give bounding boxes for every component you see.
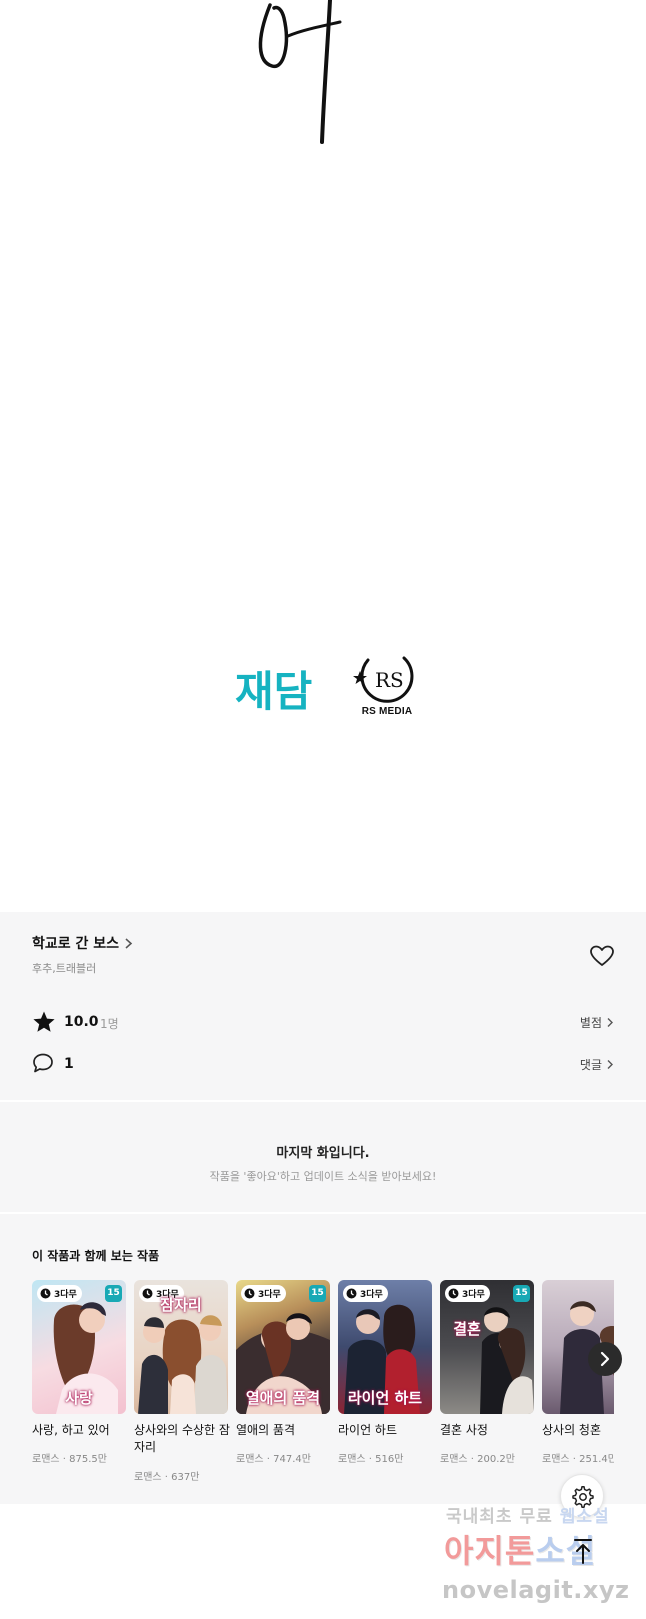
recommendation-card[interactable]: 청혼 상사의 청혼 로맨스 · 251.4만 <box>542 1280 614 1490</box>
star-icon <box>33 1011 55 1032</box>
chevron-right-icon <box>607 1018 613 1027</box>
cover-title-text: 라이언 하트 <box>347 1389 423 1407</box>
cover-title-text: 사랑 <box>65 1389 93 1407</box>
rating-link-label: 별점 <box>579 1016 602 1030</box>
card-meta: 로맨스 · 251.4만 <box>542 1454 614 1465</box>
speech-bubble-icon <box>33 1053 53 1073</box>
wait-free-badge: 3다무 <box>241 1285 286 1302</box>
cover-thumbnail: 3다무 잠자리 <box>134 1280 228 1414</box>
age-rating-badge: 15 <box>513 1285 530 1302</box>
wait-free-badge: 3다무 <box>445 1285 490 1302</box>
card-title: 사랑, 하고 있어 <box>32 1423 110 1437</box>
watermark-url: novelagit.xyz <box>442 1576 630 1604</box>
comment-link[interactable]: 댓글 <box>580 1056 614 1073</box>
rs-media-logo: RS RS MEDIA <box>352 650 422 724</box>
card-meta: 로맨스 · 637만 <box>134 1472 200 1483</box>
rs-media-caption: RS MEDIA <box>361 706 413 717</box>
comment-link-label: 댓글 <box>579 1058 602 1072</box>
series-info-panel: 학교로 간 보스 후추,트래블러 10.0 1명 별점 1 댓글 <box>0 912 646 1100</box>
recommendation-card[interactable]: 3다무 15 열애의 품격 열애의 품격 로맨스 · 747.4만 <box>236 1280 330 1490</box>
svg-text:재담: 재담 <box>235 667 312 716</box>
chevron-right-icon <box>125 937 133 949</box>
cover-thumbnail: 3다무 15 결혼 <box>440 1280 534 1414</box>
recommendation-card[interactable]: 3다무 15 결혼 결혼 사정 로맨스 · 200.2만 <box>440 1280 534 1490</box>
comment-count: 1 <box>64 1056 74 1072</box>
series-title-link[interactable]: 학교로 간 보스 <box>32 933 133 953</box>
cover-thumbnail: 3다무 15 사랑 <box>32 1280 126 1414</box>
site-watermark: 국내최초 무료 웹소설 아지톤소설 novelagit.xyz <box>440 1500 646 1619</box>
recommendations-section: 이 작품과 함께 보는 작품 3다무 15 사랑 사랑, 하고 있어 로맨스 ·… <box>0 1214 646 1504</box>
scroll-to-top-icon[interactable] <box>571 1537 595 1565</box>
rating-row: 10.0 1명 별점 <box>32 1010 614 1036</box>
rating-link[interactable]: 별점 <box>580 1014 614 1031</box>
series-authors: 후추,트래블러 <box>32 962 97 975</box>
rating-count: 1명 <box>100 1017 119 1031</box>
age-rating-badge: 15 <box>309 1285 326 1302</box>
card-meta: 로맨스 · 747.4만 <box>236 1454 311 1465</box>
last-episode-notice: 마지막 화입니다. 작품을 '좋아요'하고 업데이트 소식을 받아보세요! <box>0 1100 646 1212</box>
cover-thumbnail: 3다무 15 열애의 품격 <box>236 1280 330 1414</box>
svg-text:RS: RS <box>375 668 404 692</box>
cover-thumbnail: 3다무 라이언 하트 <box>338 1280 432 1414</box>
last-episode-title: 마지막 화입니다. <box>276 1146 370 1161</box>
card-meta: 로맨스 · 875.5만 <box>32 1454 107 1465</box>
recommendation-card[interactable]: 3다무 잠자리 상사와의 수상한 잠자리 로맨스 · 637만 <box>134 1280 230 1490</box>
recommendations-heading: 이 작품과 함께 보는 작품 <box>32 1249 160 1263</box>
clock-icon <box>346 1288 357 1299</box>
card-title: 열애의 품격 <box>236 1423 296 1437</box>
cover-title-text: 결혼 <box>453 1320 481 1338</box>
watermark-tagline: 국내최초 무료 웹소설 <box>446 1507 610 1527</box>
card-title: 라이언 하트 <box>338 1423 398 1437</box>
publisher-logos: 재담 RS RS MEDIA <box>235 650 415 720</box>
jaedam-logo: 재담 <box>235 667 312 716</box>
series-title: 학교로 간 보스 <box>32 936 120 952</box>
like-heart-icon[interactable] <box>589 944 615 968</box>
recommendation-card[interactable]: 3다무 라이언 하트 라이언 하트 로맨스 · 516만 <box>338 1280 432 1490</box>
chevron-right-icon <box>607 1060 613 1069</box>
wait-free-badge: 3다무 <box>37 1285 82 1302</box>
rating-score: 10.0 <box>64 1014 99 1030</box>
clock-icon <box>244 1288 255 1299</box>
age-rating-badge: 15 <box>105 1285 122 1302</box>
card-title: 상사의 청혼 <box>542 1423 602 1437</box>
card-meta: 로맨스 · 516만 <box>338 1454 404 1465</box>
comment-row: 1 댓글 <box>32 1052 614 1078</box>
rs-circle-mark: RS <box>353 656 414 703</box>
recommendation-card[interactable]: 3다무 15 사랑 사랑, 하고 있어 로맨스 · 875.5만 <box>32 1280 126 1490</box>
cover-title-text: 열애의 품격 <box>245 1389 321 1407</box>
card-title: 결혼 사정 <box>440 1423 488 1437</box>
recommendations-list: 3다무 15 사랑 사랑, 하고 있어 로맨스 · 875.5만 3다무 잠자리… <box>32 1280 614 1490</box>
wait-free-badge: 3다무 <box>343 1285 388 1302</box>
card-title: 상사와의 수상한 잠자리 <box>134 1423 230 1454</box>
clock-icon <box>448 1288 459 1299</box>
chevron-right-icon <box>600 1351 610 1367</box>
card-meta: 로맨스 · 200.2만 <box>440 1454 515 1465</box>
carousel-next-button[interactable] <box>588 1342 622 1376</box>
clock-icon <box>40 1288 51 1299</box>
comic-last-panel: 재담 RS RS MEDIA <box>0 0 646 912</box>
last-episode-subtitle: 작품을 '좋아요'하고 업데이트 소식을 받아보세요! <box>209 1170 437 1183</box>
brush-lettering <box>258 0 342 144</box>
cover-title-text: 잠자리 <box>160 1296 202 1314</box>
